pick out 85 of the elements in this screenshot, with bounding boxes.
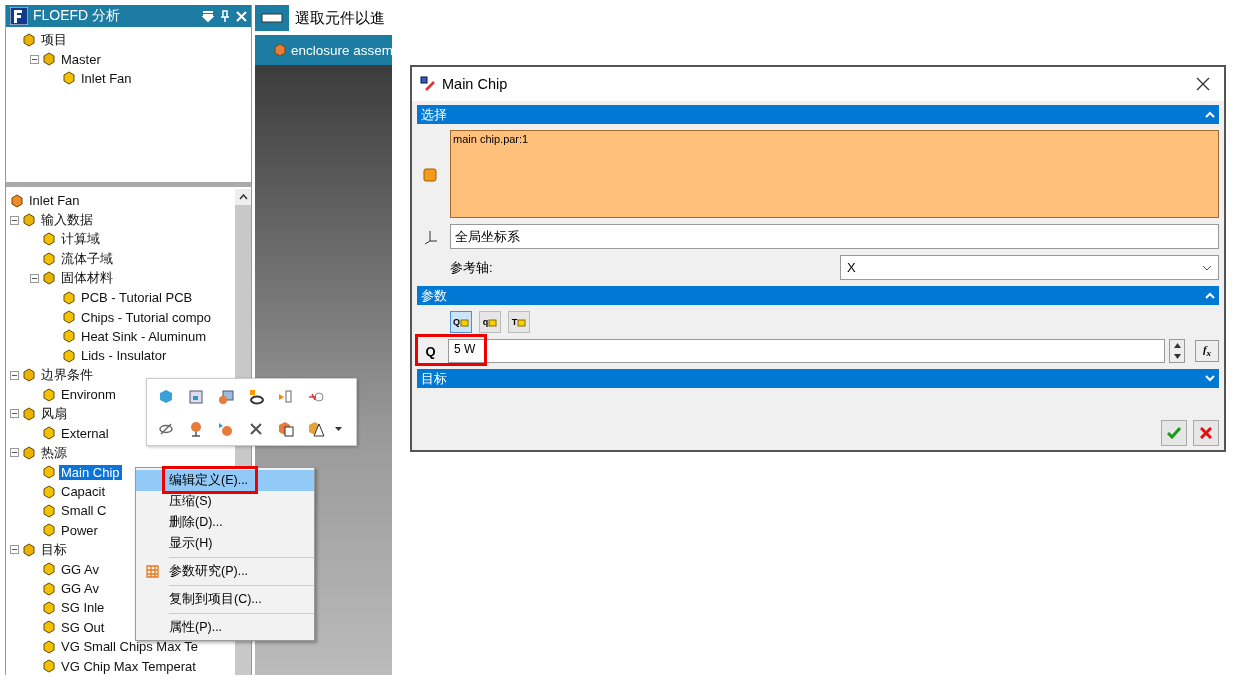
- selection-list[interactable]: main chip.par:1: [450, 130, 1219, 218]
- pin-icon[interactable]: [219, 10, 231, 22]
- collapse-toggle[interactable]: [10, 215, 19, 225]
- power-field[interactable]: 5 W: [448, 339, 1165, 363]
- ok-button[interactable]: [1161, 420, 1187, 446]
- collapse-toggle[interactable]: [10, 370, 19, 380]
- tree-item[interactable]: Inlet Fan: [79, 70, 134, 86]
- spinner[interactable]: [1169, 339, 1185, 363]
- formula-button[interactable]: f$_{x}$: [1195, 340, 1219, 362]
- tree-item[interactable]: GG Av: [59, 561, 102, 577]
- menu-item[interactable]: 属性(P)...: [136, 617, 314, 638]
- tree-item[interactable]: 计算域: [59, 230, 102, 249]
- tree-item[interactable]: 边界条件: [39, 366, 95, 385]
- mode-button[interactable]: T: [508, 311, 530, 333]
- tree-item[interactable]: SG Out: [59, 619, 107, 635]
- section-header[interactable]: 目标: [417, 369, 1219, 388]
- section-header[interactable]: 选择: [417, 105, 1219, 124]
- caret-icon[interactable]: [334, 427, 342, 431]
- warning-button[interactable]: [307, 420, 325, 438]
- collapse-toggle[interactable]: [10, 545, 19, 555]
- chevron-down-icon: [1205, 375, 1215, 382]
- axis-dropdown[interactable]: X: [840, 255, 1219, 280]
- tree-item[interactable]: Small C: [59, 503, 109, 519]
- mode-button[interactable]: q: [479, 311, 501, 333]
- collapse-toggle[interactable]: [10, 448, 19, 458]
- tree-item[interactable]: Inlet Fan: [27, 193, 82, 209]
- tree-item[interactable]: 项目: [39, 30, 69, 49]
- close-icon[interactable]: [236, 10, 247, 22]
- chevron-up-icon: [238, 194, 248, 200]
- axis-label: 参考轴:: [449, 258, 494, 277]
- chevron-up-icon: [1205, 111, 1215, 118]
- coordinate-system-field[interactable]: 全局坐标系: [450, 224, 1219, 249]
- tree-item[interactable]: VG Chip Max Temperat: [59, 658, 198, 674]
- menu-item[interactable]: 显示(H): [136, 533, 314, 554]
- hint-text: 選取元件以進: [295, 8, 385, 28]
- tree-item[interactable]: VG Small Chips Max Te: [59, 639, 201, 655]
- collapse-toggle[interactable]: [10, 409, 19, 419]
- window-button[interactable]: [187, 388, 205, 406]
- list-item[interactable]: main chip.par:1: [453, 133, 1216, 145]
- tree-item[interactable]: 输入数据: [39, 211, 95, 230]
- section-header[interactable]: 参数: [417, 286, 1219, 305]
- mode-button[interactable]: Q: [450, 311, 472, 333]
- logo-icon: [10, 7, 28, 25]
- tree-item[interactable]: Power: [59, 522, 100, 538]
- eye-button[interactable]: [247, 388, 265, 406]
- close-icon: [1196, 76, 1210, 91]
- tree-item[interactable]: Master: [59, 51, 103, 67]
- keyboard-icon: [261, 13, 283, 23]
- tree-item[interactable]: Main Chip: [59, 464, 122, 480]
- panel-title: FLOEFD 分析: [33, 7, 122, 25]
- cube-button[interactable]: [157, 388, 175, 406]
- menu-icon[interactable]: [202, 10, 214, 22]
- tree-item[interactable]: Environm: [59, 387, 118, 403]
- dialog-title: Main Chip: [442, 76, 509, 92]
- tree-item[interactable]: 流体子域: [59, 249, 115, 268]
- axes-icon: [422, 228, 439, 245]
- tree-item[interactable]: SG Inle: [59, 600, 107, 616]
- tree-item[interactable]: PCB - Tutorial PCB: [79, 290, 195, 306]
- heat-source-icon: [420, 76, 436, 92]
- pictures-button[interactable]: [217, 388, 235, 406]
- tree-item[interactable]: Lids - Insulator: [79, 348, 169, 364]
- menu-item[interactable]: 复制到项目(C)...: [136, 589, 314, 610]
- tree-item[interactable]: Chips - Tutorial compo: [79, 309, 214, 325]
- grid-icon: [146, 565, 159, 578]
- sphere-button[interactable]: [217, 420, 235, 438]
- collapse-toggle[interactable]: [30, 54, 39, 64]
- collapse-toggle[interactable]: [30, 273, 39, 283]
- tree-item[interactable]: External: [59, 425, 111, 441]
- menu-item[interactable]: 压缩(S): [136, 491, 314, 512]
- tree-item[interactable]: 风扇: [39, 405, 69, 423]
- tree-item[interactable]: 目标: [39, 540, 69, 559]
- chevron-down-icon: [1202, 264, 1212, 271]
- parameter-label: Q: [424, 343, 437, 359]
- chevron-up-icon: [1205, 292, 1215, 299]
- tree-item[interactable]: 热源: [39, 443, 69, 462]
- document-button[interactable]: [277, 420, 295, 438]
- tree-item[interactable]: 固体材料: [59, 269, 115, 288]
- cancel-button[interactable]: [1193, 420, 1219, 446]
- check-icon: [1167, 427, 1181, 439]
- menu-item[interactable]: 删除(D)...: [136, 512, 314, 533]
- close-icon: [1200, 427, 1212, 439]
- tree-item[interactable]: Heat Sink - Aluminum: [79, 328, 208, 344]
- tree-item[interactable]: Capacit: [59, 484, 108, 500]
- menu-item[interactable]: 参数研究(P)...: [136, 561, 314, 582]
- tree-item[interactable]: GG Av: [59, 581, 102, 596]
